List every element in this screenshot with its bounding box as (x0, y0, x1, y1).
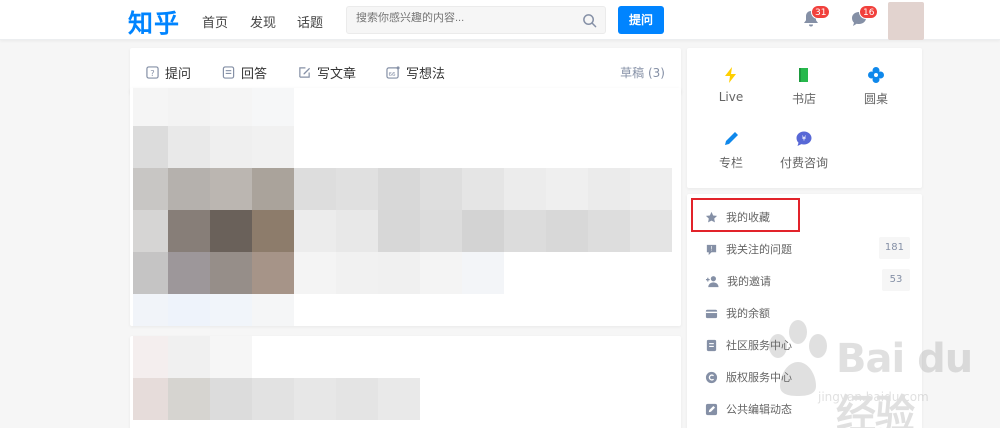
apps-panel: Live 书店 圆桌 专栏 ¥ 付费咨询 (687, 48, 922, 188)
notifications-badge: 31 (811, 5, 831, 19)
link-followed-questions[interactable]: ! 我关注的问题 181 (705, 237, 910, 259)
question-flag-icon: ! (706, 244, 717, 255)
watermark-url: jingyan.baidu.com (818, 390, 929, 404)
svg-text:¥: ¥ (802, 135, 807, 143)
zhihu-logo[interactable]: 知乎 (128, 4, 180, 40)
lightning-icon (725, 67, 736, 83)
answer-icon (222, 66, 235, 79)
write-article-button[interactable]: 写文章 (298, 63, 356, 82)
link-followed-questions-label: 我关注的问题 (726, 243, 792, 256)
search-input[interactable] (356, 12, 576, 24)
feed-item-pixelated[interactable] (130, 88, 681, 326)
notifications-button[interactable]: 31 (801, 5, 831, 31)
annotation-highlight-box (691, 198, 800, 232)
svg-text:?: ? (150, 68, 154, 78)
write-question-button[interactable]: ? 提问 (146, 63, 191, 82)
pixelated-content (130, 88, 681, 326)
write-article-label: 写文章 (317, 67, 357, 82)
app-roundtable-label: 圆桌 (863, 92, 888, 106)
nav-discover[interactable]: 发现 (250, 12, 276, 31)
document-icon (706, 339, 717, 351)
book-icon (799, 68, 808, 82)
write-answer-button[interactable]: 回答 (222, 63, 267, 82)
app-column-label: 专栏 (718, 156, 743, 170)
pixelated-content-2 (130, 336, 681, 428)
app-bookstore[interactable]: 书店 (764, 66, 844, 107)
write-answer-label: 回答 (241, 67, 268, 82)
roundtable-icon (868, 67, 884, 83)
search-box[interactable] (346, 6, 606, 34)
pen-icon (725, 132, 738, 145)
app-paid-consult-label: 付费咨询 (779, 156, 828, 170)
user-avatar[interactable] (888, 2, 924, 40)
write-question-label: 提问 (165, 67, 192, 82)
edit-square-icon (705, 403, 718, 415)
watermark-text: Bai du 经验 (836, 336, 973, 428)
edit-icon (299, 67, 311, 78)
app-column[interactable]: 专栏 (691, 130, 771, 171)
app-live-label: Live (718, 90, 744, 104)
nav-home[interactable]: 首页 (202, 12, 228, 31)
link-my-invitations-label: 我的邀请 (727, 275, 771, 288)
top-header: 知乎 首页 发现 话题 提问 31 16 (0, 0, 1000, 40)
link-my-invitations[interactable]: 我的邀请 53 (705, 269, 910, 291)
svg-text:66: 66 (389, 72, 397, 78)
question-icon: ? (146, 66, 159, 79)
ask-question-button[interactable]: 提问 (618, 6, 664, 34)
svg-text:!: ! (710, 245, 712, 252)
app-live[interactable]: Live (691, 66, 771, 104)
drafts-link[interactable]: 草稿 (3) (620, 64, 665, 81)
app-bookstore-label: 书店 (791, 92, 816, 106)
messages-button[interactable]: 16 (849, 5, 879, 31)
baidu-watermark: Bai du 经验 jingyan.baidu.com (758, 316, 988, 428)
messages-badge: 16 (859, 5, 879, 19)
followed-questions-count: 181 (878, 237, 910, 259)
search-icon[interactable] (582, 13, 597, 28)
paid-consult-icon: ¥ (796, 131, 812, 146)
thought-icon: 66 (386, 66, 400, 79)
copyright-icon (705, 371, 718, 383)
write-thought-button[interactable]: 66 写想法 (386, 63, 445, 82)
wallet-icon (705, 309, 718, 318)
feed-item-pixelated-2[interactable] (130, 336, 681, 428)
nav-topics[interactable]: 话题 (297, 12, 323, 31)
write-thought-label: 写想法 (406, 67, 446, 82)
app-roundtable[interactable]: 圆桌 (836, 66, 916, 107)
add-user-icon (705, 275, 719, 287)
invitations-count: 53 (882, 269, 910, 291)
app-paid-consult[interactable]: ¥ 付费咨询 (764, 130, 844, 171)
